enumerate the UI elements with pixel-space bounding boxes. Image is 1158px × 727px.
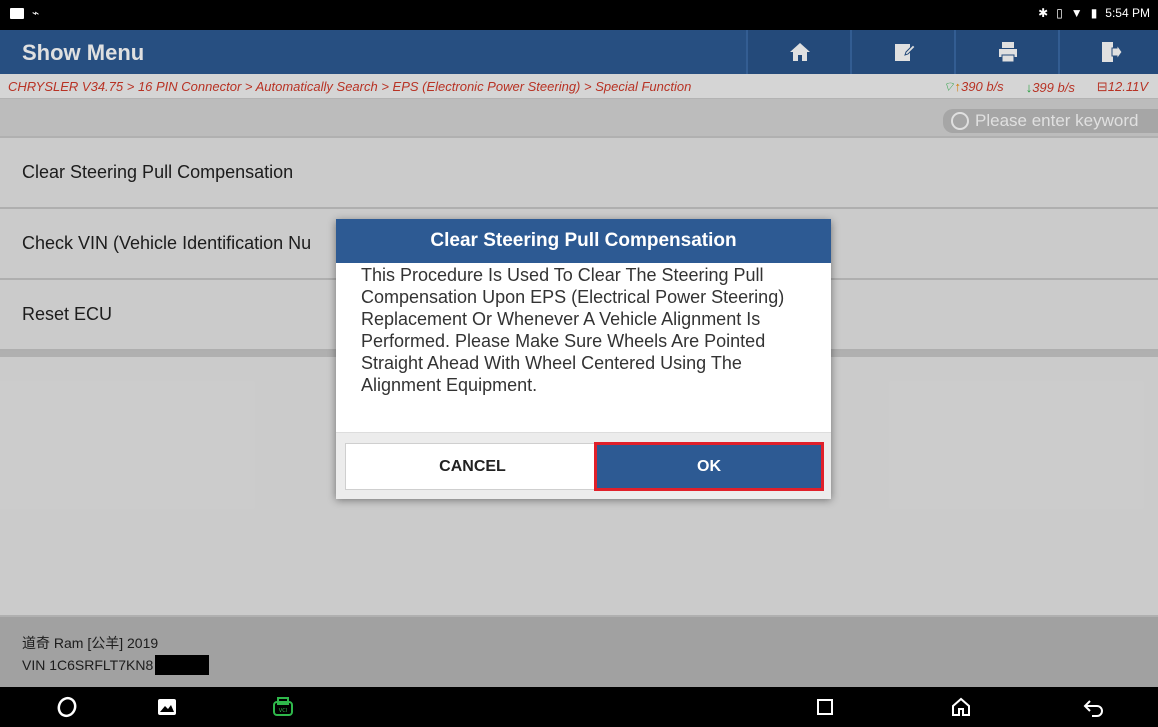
recent-apps-button[interactable] [812, 695, 838, 719]
gallery-notification-icon [10, 7, 24, 19]
usb-debug-icon: ⌁ [32, 6, 40, 20]
home-nav-button[interactable] [948, 695, 974, 719]
ok-button[interactable]: OK [594, 442, 824, 491]
gallery-shortcut-icon[interactable] [154, 695, 180, 719]
status-bar: ⌁ ✱ ▯ ▼ ▮ 5:54 PM [0, 0, 1158, 30]
dialog-message: This Procedure Is Used To Clear The Stee… [361, 265, 785, 395]
clock: 5:54 PM [1105, 6, 1150, 20]
vibrate-icon: ▯ [1056, 6, 1063, 20]
vci-connector-icon[interactable]: VCI [270, 695, 296, 719]
dialog-title: Clear Steering Pull Compensation [336, 219, 831, 263]
android-nav-bar: VCI [0, 687, 1158, 727]
cancel-button[interactable]: CANCEL [345, 443, 600, 490]
wifi-status-icon: ▼ [1070, 6, 1083, 20]
back-nav-button[interactable] [1080, 695, 1106, 719]
bluetooth-icon: ✱ [1038, 6, 1049, 20]
confirm-dialog: Clear Steering Pull Compensation This Pr… [336, 219, 831, 499]
svg-text:VCI: VCI [279, 708, 287, 714]
battery-icon: ▮ [1090, 6, 1098, 20]
browser-shortcut-icon[interactable] [54, 695, 80, 719]
dialog-footer: CANCEL OK [336, 432, 831, 499]
